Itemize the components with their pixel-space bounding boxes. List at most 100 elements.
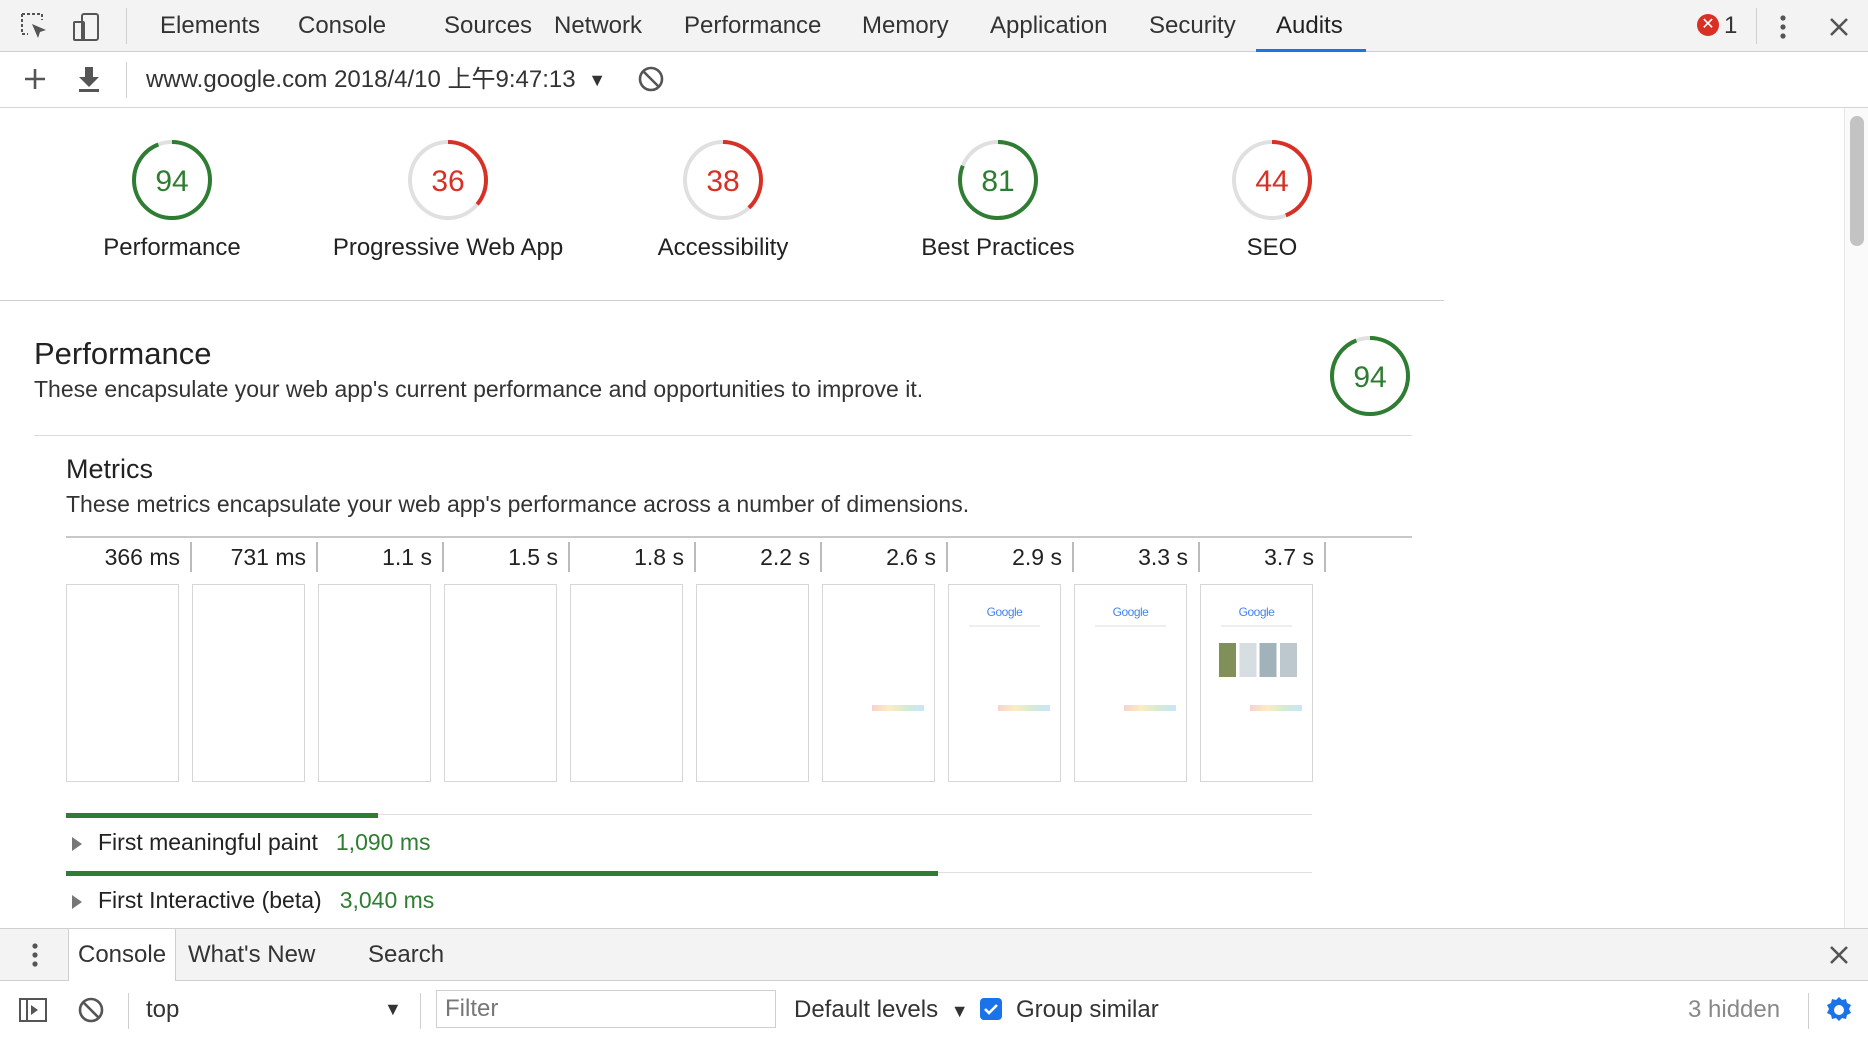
gauge-accessibility[interactable]: 38 Accessibility <box>603 138 843 262</box>
tab-network[interactable]: Network <box>554 0 642 52</box>
tab-audits[interactable]: Audits <box>1276 0 1343 52</box>
frame-footer-links <box>1124 705 1176 711</box>
toolbar-divider <box>1756 8 1757 44</box>
checkmark-icon <box>984 1004 998 1015</box>
gauge-ring: 36 <box>408 140 488 220</box>
tab-elements[interactable]: Elements <box>160 0 260 52</box>
toolbar-divider <box>126 8 127 44</box>
report-selector-label: www.google.com 2018/4/10 上午9:47:13 <box>146 66 576 93</box>
metrics-title: Metrics <box>66 454 153 484</box>
gauge-performance[interactable]: 94 Performance <box>52 138 292 262</box>
tab-console[interactable]: Console <box>298 0 386 52</box>
scrollbar-thumb[interactable] <box>1850 116 1864 246</box>
filmstrip-frame <box>318 584 431 782</box>
filmstrip-frame: Google <box>1074 584 1187 782</box>
tab-memory[interactable]: Memory <box>862 0 949 52</box>
error-icon[interactable]: ✕ <box>1697 14 1719 36</box>
drawer-tab-whats-new[interactable]: What's New <box>188 929 315 981</box>
tab-security[interactable]: Security <box>1149 0 1236 52</box>
toolbar-divider <box>126 62 127 98</box>
close-drawer-icon[interactable] <box>1822 938 1856 972</box>
filmstrip-frame: Google <box>948 584 1061 782</box>
metric-bar <box>66 871 938 876</box>
gauge-ring: 44 <box>1232 140 1312 220</box>
filmstrip-timing: 1.1 s <box>318 542 444 572</box>
filter-input[interactable] <box>436 990 776 1028</box>
drawer-menu-icon[interactable] <box>18 938 52 972</box>
filmstrip-timing: 2.9 s <box>948 542 1074 572</box>
tab-performance[interactable]: Performance <box>684 0 821 52</box>
frame-footer-links <box>872 705 924 711</box>
filmstrip-frame <box>192 584 305 782</box>
filmstrip-timing: 1.5 s <box>444 542 570 572</box>
drawer-tab-bar: Console What's New Search <box>0 928 1868 981</box>
gauge-score: 94 <box>155 165 188 198</box>
gauge-best-practices[interactable]: 81 Best Practices <box>878 138 1118 262</box>
log-levels-dropdown[interactable]: Default levels ▼ <box>794 981 969 1038</box>
clear-console-icon[interactable] <box>74 993 108 1027</box>
metric-first-meaningful-paint[interactable]: First meaningful paint 1,090 ms <box>66 822 431 862</box>
close-devtools-icon[interactable] <box>1822 10 1856 44</box>
metric-first-interactive[interactable]: First Interactive (beta) 3,040 ms <box>66 880 434 920</box>
group-similar-label[interactable]: Group similar <box>1016 981 1159 1038</box>
group-similar-checkbox[interactable] <box>980 998 1002 1020</box>
filmstrip-timing: 731 ms <box>192 542 318 572</box>
dropdown-arrow-icon[interactable]: ▼ <box>384 981 402 1038</box>
tab-sources[interactable]: Sources <box>444 0 532 52</box>
sidebar-toggle-icon[interactable] <box>16 993 50 1027</box>
audits-toolbar: www.google.com 2018/4/10 上午9:47:13 ▼ <box>0 52 1868 108</box>
frame-footer-links <box>1250 705 1302 711</box>
context-selector[interactable]: top <box>146 981 179 1038</box>
metric-name: First meaningful paint <box>98 829 318 855</box>
dropdown-arrow-icon: ▼ <box>950 1001 969 1021</box>
download-report-icon[interactable] <box>72 62 106 96</box>
report-selector[interactable]: www.google.com 2018/4/10 上午9:47:13 ▼ <box>146 52 606 108</box>
more-options-icon[interactable] <box>1766 10 1800 44</box>
gauge-ring: 94 <box>132 140 212 220</box>
filmstrip-timing: 1.8 s <box>570 542 696 572</box>
clear-all-icon[interactable] <box>634 62 668 96</box>
frame-search-line <box>1221 625 1292 627</box>
filmstrip-frame: Google <box>1200 584 1313 782</box>
devtools-tab-bar: Elements Console Sources Network Perform… <box>0 0 1868 52</box>
gauge-seo[interactable]: 44 SEO <box>1152 138 1392 262</box>
console-settings-gear-icon[interactable] <box>1822 993 1856 1027</box>
toolbar-divider <box>420 993 421 1029</box>
drawer-tab-console[interactable]: Console <box>68 929 177 981</box>
audit-report: 94 Performance 36 Progressive Web App 38… <box>0 108 1868 928</box>
section-score: 94 <box>1353 361 1386 394</box>
device-toolbar-icon[interactable] <box>70 10 104 44</box>
section-description: These encapsulate your web app's current… <box>34 376 924 402</box>
gauge-score: 38 <box>706 165 739 198</box>
scrollbar[interactable] <box>1844 108 1868 928</box>
new-audit-icon[interactable] <box>18 62 52 96</box>
filmstrip-timing: 2.2 s <box>696 542 822 572</box>
section-title: Performance <box>34 336 212 371</box>
dropdown-arrow-icon: ▼ <box>588 70 607 90</box>
context-selector-label: top <box>146 996 180 1023</box>
toolbar-divider <box>128 993 129 1029</box>
drawer-tab-search[interactable]: Search <box>368 929 444 981</box>
gauge-pwa[interactable]: 36 Progressive Web App <box>328 138 568 262</box>
gauge-ring: 94 <box>1330 336 1410 416</box>
frame-logo: Google <box>1112 605 1149 619</box>
metric-value: 3,040 ms <box>339 887 435 913</box>
frame-logo: Google <box>986 605 1023 619</box>
gauge-label: Best Practices <box>921 234 1075 261</box>
tab-application[interactable]: Application <box>990 0 1107 52</box>
gauge-label: Progressive Web App <box>332 234 564 261</box>
filmstrip-frame <box>822 584 935 782</box>
filmstrip-timing: 2.6 s <box>822 542 948 572</box>
filmstrip-timing: 366 ms <box>66 542 192 572</box>
toolbar-divider <box>1808 993 1809 1029</box>
metrics-description: These metrics encapsulate your web app's… <box>66 491 970 517</box>
log-levels-label: Default levels <box>794 996 939 1023</box>
gauge-label: SEO <box>1246 234 1298 261</box>
gauge-score: 81 <box>981 165 1014 198</box>
error-count[interactable]: 1 <box>1724 0 1737 52</box>
section-score-gauge: 94 <box>1328 334 1412 423</box>
filmstrip-timing: 3.3 s <box>1074 542 1200 572</box>
inspect-element-icon[interactable] <box>18 10 52 44</box>
metric-bar <box>66 813 378 818</box>
metrics-divider <box>66 536 1412 538</box>
